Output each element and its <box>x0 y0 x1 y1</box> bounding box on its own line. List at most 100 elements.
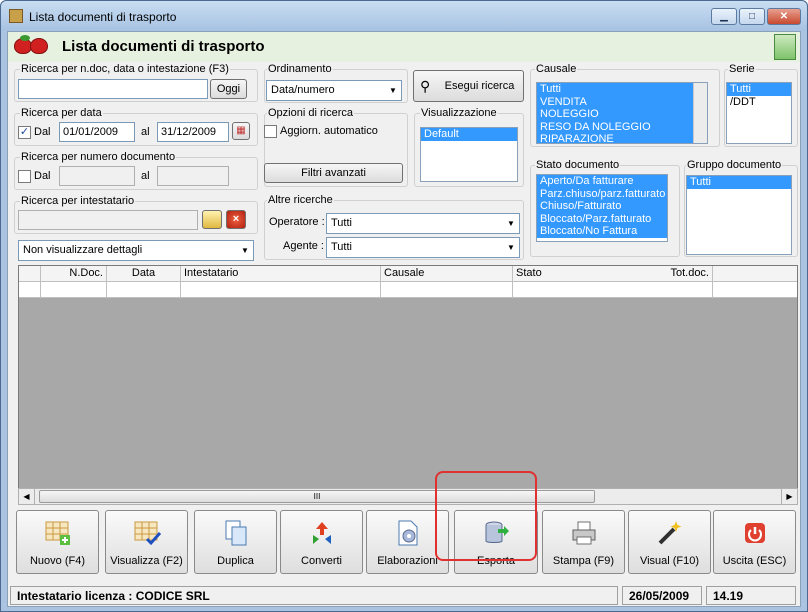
bottom-toolbar: Nuovo (F4) Visualizza (F2) Duplica Conve… <box>16 510 796 576</box>
scroll-left-icon[interactable]: ◀ <box>19 489 35 504</box>
number-al-label: al <box>141 170 150 182</box>
operator-value: Tutti <box>331 217 352 229</box>
stampa-button[interactable]: Stampa (F9) <box>542 510 625 574</box>
new-grid-icon <box>45 521 70 545</box>
esegui-ricerca-button[interactable]: ⚲ Esegui ricerca <box>413 70 524 102</box>
number-from-input[interactable] <box>59 166 135 186</box>
details-combo[interactable]: Non visualizzare dettagli ▼ <box>18 240 254 261</box>
uscita-button[interactable]: Uscita (ESC) <box>713 510 796 574</box>
printer-icon <box>572 521 596 545</box>
doc-group-label: Gruppo documento <box>686 159 783 171</box>
grid-cell <box>19 282 41 297</box>
grid-cell <box>713 282 797 297</box>
grid-col-header[interactable]: Causale <box>381 266 513 281</box>
status-date: 26/05/2009 <box>622 586 702 605</box>
date-al-label: al <box>141 126 150 138</box>
visual-button[interactable]: Visual (F10) <box>628 510 711 574</box>
search-ndoc-input[interactable] <box>18 79 208 99</box>
oggi-button[interactable]: Oggi <box>210 79 247 99</box>
minimize-button[interactable]: ▁ <box>711 8 737 25</box>
agent-value: Tutti <box>331 241 352 253</box>
grid-cell <box>381 282 513 297</box>
grid-cell <box>41 282 107 297</box>
list-item[interactable]: VENDITA <box>537 95 707 108</box>
converti-button[interactable]: Converti <box>280 510 363 574</box>
list-item[interactable]: Tutti <box>687 176 791 189</box>
doc-state-list[interactable]: Aperto/Da fatturare Parz.chiuso/parz.fat… <box>536 174 668 242</box>
grid-cell <box>181 282 381 297</box>
maximize-button[interactable]: □ <box>739 8 765 25</box>
status-time: 14.19 <box>706 586 796 605</box>
list-item[interactable]: RESO DA NOLEGGIO <box>537 120 707 133</box>
advanced-filters-button[interactable]: Filtri avanzati <box>264 163 403 183</box>
header-bar: Lista documenti di trasporto <box>8 32 800 62</box>
list-item[interactable]: NOLEGGIO <box>537 108 707 121</box>
list-item[interactable]: Tutti <box>537 83 707 96</box>
grid-horizontal-scrollbar[interactable]: ◀ III ▶ <box>18 488 798 505</box>
visualizza-label: Visualizza (F2) <box>110 555 183 567</box>
close-button[interactable]: ✕ <box>767 8 801 25</box>
visual-label: Visual (F10) <box>639 555 700 567</box>
duplicate-icon <box>225 520 247 546</box>
grid-col-header[interactable]: Intestatario <box>181 266 381 281</box>
grid-col-header[interactable]: N.Doc. <box>41 266 107 281</box>
agent-combo[interactable]: Tutti ▼ <box>326 237 520 258</box>
calendar-icon[interactable]: ▦ <box>232 122 250 140</box>
auto-update-checkbox[interactable] <box>264 125 277 138</box>
operator-label: Operatore : <box>269 216 325 228</box>
title-bar[interactable]: Lista documenti di trasporto ▁ □ ✕ <box>1 1 807 31</box>
ordering-combo[interactable]: Data/numero ▼ <box>266 80 402 101</box>
list-item[interactable]: Parz.chiuso/parz.fatturato <box>537 187 667 200</box>
owner-input[interactable] <box>18 210 198 230</box>
grid-header: N.Doc. Data Intestatario Causale Stato T… <box>19 266 797 282</box>
table-row[interactable] <box>19 282 797 298</box>
details-combo-value: Non visualizzare dettagli <box>23 244 143 256</box>
doc-group-list[interactable]: Tutti <box>686 175 792 255</box>
number-to-input[interactable] <box>157 166 229 186</box>
documents-grid[interactable]: N.Doc. Data Intestatario Causale Stato T… <box>18 265 798 505</box>
main-window: Lista documenti di trasporto ▁ □ ✕ Lista… <box>0 0 808 612</box>
causale-scrollbar[interactable] <box>693 83 707 143</box>
number-dal-label: Dal <box>34 170 51 182</box>
grid-col-header[interactable]: Data <box>107 266 181 281</box>
list-item[interactable]: RIPARAZIONE <box>537 133 707 143</box>
grid-col-header[interactable]: Tot.doc. <box>613 266 713 281</box>
settings-sheet-icon[interactable] <box>774 34 796 60</box>
duplica-button[interactable]: Duplica <box>194 510 277 574</box>
scroll-right-icon[interactable]: ▶ <box>781 489 797 504</box>
list-item[interactable]: /DDT <box>727 96 791 109</box>
list-item[interactable]: Bloccato/Parz.fatturato <box>537 212 667 225</box>
causale-list[interactable]: Tutti VENDITA NOLEGGIO RESO DA NOLEGGIO … <box>536 82 708 144</box>
client-area: Lista documenti di trasporto Ricerca per… <box>7 31 801 607</box>
date-dal-checkbox[interactable]: ✓ <box>18 126 31 139</box>
visualizza-button[interactable]: Visualizza (F2) <box>105 510 188 574</box>
search-date-label: Ricerca per data <box>20 107 103 119</box>
chevron-down-icon: ▼ <box>507 243 515 252</box>
app-icon <box>9 9 23 23</box>
stampa-label: Stampa (F9) <box>552 555 615 567</box>
uscita-label: Uscita (ESC) <box>722 555 787 567</box>
leaf-icon <box>20 35 30 41</box>
highlight-annotation <box>435 471 537 561</box>
grid-col-header[interactable] <box>713 266 797 281</box>
number-dal-checkbox[interactable] <box>18 170 31 183</box>
converti-label: Converti <box>301 555 342 567</box>
visualization-list[interactable]: Default <box>420 127 518 182</box>
date-to-input[interactable]: 31/12/2009 <box>157 122 229 142</box>
status-bar: Intestatario licenza : CODICE SRL 26/05/… <box>8 584 800 606</box>
list-item[interactable]: Tutti <box>727 83 791 96</box>
page-title: Lista documenti di trasporto <box>62 38 265 55</box>
list-item[interactable]: Bloccato/No Fattura <box>537 225 667 238</box>
folder-open-icon[interactable] <box>202 210 222 229</box>
nuovo-label: Nuovo (F4) <box>29 555 86 567</box>
grid-col-header[interactable] <box>19 266 41 281</box>
process-icon <box>398 520 418 546</box>
nuovo-button[interactable]: Nuovo (F4) <box>16 510 99 574</box>
serie-list[interactable]: Tutti /DDT <box>726 82 792 144</box>
list-item[interactable]: Aperto/Da fatturare <box>537 175 667 188</box>
operator-combo[interactable]: Tutti ▼ <box>326 213 520 234</box>
clear-x-icon[interactable]: × <box>226 210 246 229</box>
list-item[interactable]: Default <box>421 128 517 141</box>
date-from-input[interactable]: 01/01/2009 <box>59 122 135 142</box>
list-item[interactable]: Chiuso/Fatturato <box>537 200 667 213</box>
